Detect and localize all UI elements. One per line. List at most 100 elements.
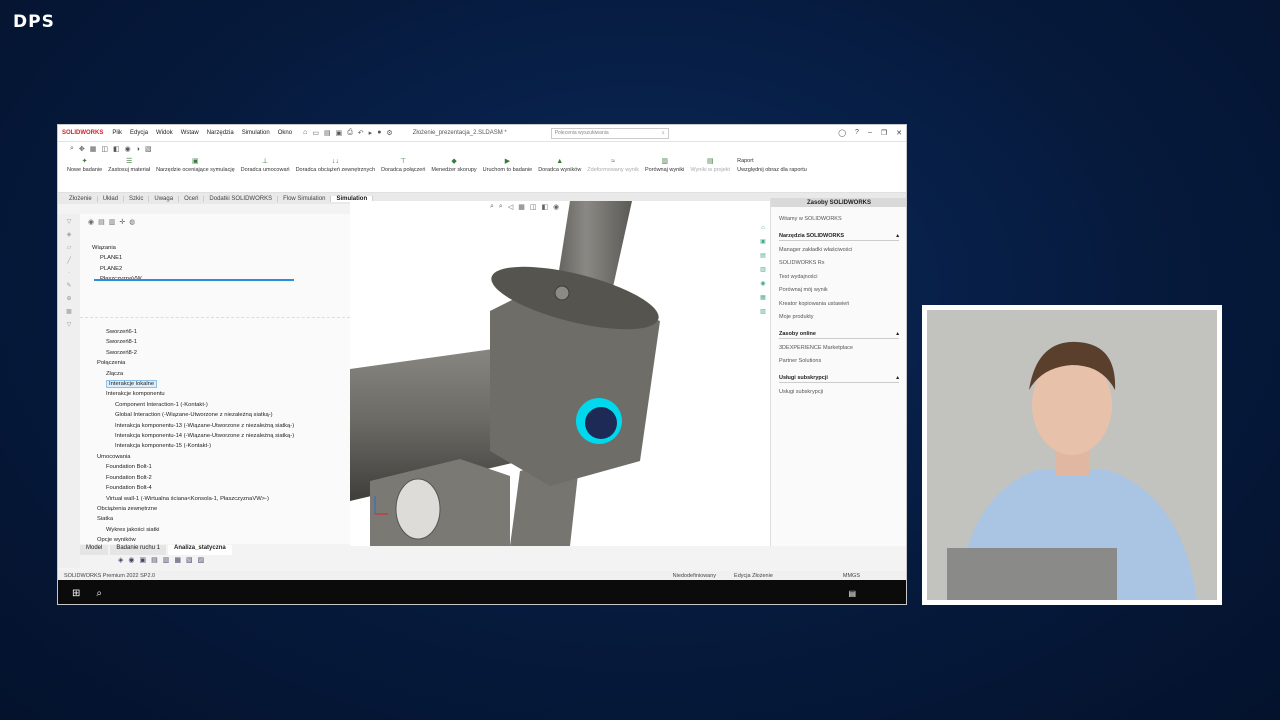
section-header[interactable]: Zasoby online ▴ <box>779 331 899 339</box>
tab-assembly[interactable]: Złożenie <box>64 195 98 202</box>
menu-file[interactable]: Plik <box>111 130 123 136</box>
rebuild-icon[interactable]: ● <box>377 129 381 137</box>
filter-icon[interactable]: ▽ <box>67 218 72 225</box>
tree-item[interactable]: Foundation Bolt-1 <box>88 462 294 472</box>
display-style-icon[interactable]: ◧ <box>113 145 120 153</box>
run-study-button[interactable]: ▶ Uruchom to badanie <box>480 158 536 174</box>
hide-show-icon[interactable]: ◉ <box>125 145 131 153</box>
task-pane-link[interactable]: Partner Solutions <box>779 355 899 369</box>
forum-icon[interactable]: ▧ <box>760 308 766 315</box>
zoom-fit-icon[interactable]: ⌕ <box>490 203 494 211</box>
tree-item[interactable]: Sworzeń8-2 <box>88 348 294 358</box>
fixtures-advisor-button[interactable]: ⊥ Doradca umocowań <box>238 158 293 174</box>
component-icon[interactable]: ▩ <box>66 308 72 315</box>
display-style-icon[interactable]: ◧ <box>541 203 548 211</box>
feature-tree-icon[interactable]: ◉ <box>88 218 94 226</box>
menu-view[interactable]: Widok <box>155 130 174 136</box>
minimize-icon[interactable]: – <box>868 129 872 137</box>
property-icon[interactable]: ▤ <box>98 218 105 226</box>
tool-icon[interactable]: ◈ <box>118 556 123 564</box>
collapse-icon[interactable]: ▴ <box>896 233 899 239</box>
search-input[interactable]: Polecenia wyszukiwania ⌕ <box>550 127 669 139</box>
close-icon[interactable]: ✕ <box>896 129 902 137</box>
tool-icon[interactable]: ▥ <box>163 556 170 564</box>
tool-icon[interactable]: ▨ <box>198 556 205 564</box>
menu-simulation[interactable]: Simulation <box>241 130 271 136</box>
tab-motion-study[interactable]: Badanie ruchu 1 <box>110 545 167 555</box>
tree-item[interactable]: Interakcja komponentu-14 (-Wiązane-Utwor… <box>88 431 294 441</box>
tree-item[interactable]: Opcje wyników <box>88 535 294 545</box>
section-icon[interactable]: ▦ <box>90 145 97 153</box>
tab-sketch[interactable]: Szkic <box>124 195 150 202</box>
menu-window[interactable]: Okno <box>277 130 293 136</box>
tab-layout[interactable]: Układ <box>98 195 125 202</box>
scroll-indicator[interactable] <box>94 279 294 281</box>
tree-item-mates[interactable]: Wiązania <box>88 243 142 253</box>
appearance-icon[interactable]: ◑ <box>136 146 140 153</box>
task-pane-link[interactable]: 3DEXPERIENCE Marketplace <box>779 342 899 356</box>
home-icon[interactable]: ⌂ <box>303 129 307 137</box>
tool-icon[interactable]: ▦ <box>174 556 181 564</box>
results-advisor-button[interactable]: ▲ Doradca wyników <box>535 158 584 174</box>
include-image-button[interactable]: Uwzględnij obraz dla raportu <box>737 167 807 173</box>
undo-icon[interactable]: ↶ <box>358 129 364 137</box>
tab-evaluate[interactable]: Oceń <box>179 195 205 202</box>
menu-insert[interactable]: Wstaw <box>180 130 200 136</box>
compare-results-button[interactable]: ▥ Porównaj wyniki <box>642 158 687 174</box>
tree-item[interactable]: Interakcja komponentu-15 (-Kontakt-) <box>88 441 294 451</box>
connections-advisor-button[interactable]: ⊤ Doradca połączeń <box>378 158 428 174</box>
maximize-icon[interactable]: ❐ <box>881 129 887 137</box>
section-header[interactable]: Narzędzia SOLIDWORKS ▴ <box>779 233 899 241</box>
tab-markup[interactable]: Uwaga <box>149 195 180 202</box>
tree-item[interactable]: Wykres jakości siatki <box>88 525 294 535</box>
tree-item[interactable]: Siatka <box>88 514 294 524</box>
tool-icon[interactable]: ▣ <box>140 556 147 564</box>
prev-view-icon[interactable]: ◁ <box>508 203 513 211</box>
open-icon[interactable]: ▤ <box>324 129 331 137</box>
status-units[interactable]: MMGS <box>843 573 860 579</box>
evaluator-button[interactable]: ▣ Narzędzie oceniające symulację <box>153 158 238 174</box>
view-orientation-icon[interactable]: ◫ <box>530 203 537 211</box>
tree-item[interactable]: Foundation Bolt-2 <box>88 473 294 483</box>
tree-item[interactable]: Virtual wall-1 (-Wirtualna ściana<Konsol… <box>88 494 294 504</box>
point-icon[interactable]: · <box>68 270 70 276</box>
tree-item[interactable]: Foundation Bolt-4 <box>88 483 294 493</box>
select-icon[interactable]: ▸ <box>369 129 373 137</box>
tab-flow-simulation[interactable]: Flow Simulation <box>278 195 332 202</box>
task-pane-link[interactable]: Test wydajności <box>779 271 899 285</box>
filter-icon[interactable]: ▽ <box>67 321 72 328</box>
tree-item[interactable]: Sworzeń8-1 <box>88 337 294 347</box>
task-pane-link[interactable]: Kreator kopiowania ustawień <box>779 298 899 312</box>
tool-icon[interactable]: ◉ <box>128 556 134 564</box>
file-explorer-icon[interactable]: ▥ <box>760 266 766 273</box>
display-manager-icon[interactable]: ◍ <box>129 218 135 226</box>
sketch-icon[interactable]: ✎ <box>66 282 71 289</box>
tree-item[interactable]: Umocowania <box>88 452 294 462</box>
task-pane-link[interactable]: SOLIDWORKS Rx <box>779 257 899 271</box>
tree-item[interactable]: Sworzeń6-1 <box>88 327 294 337</box>
new-study-button[interactable]: ✦ Nowe badanie <box>64 158 105 174</box>
appearance-icon[interactable]: ◉ <box>553 203 559 211</box>
plane-icon[interactable]: ▱ <box>67 244 72 251</box>
tool-icon[interactable]: ▧ <box>186 556 193 564</box>
help-icon[interactable]: ? <box>855 129 859 137</box>
tree-item[interactable]: Złącza <box>88 369 294 379</box>
options-icon[interactable]: ⚙ <box>386 129 392 137</box>
axis-icon[interactable]: ╱ <box>67 257 71 264</box>
task-pane-link[interactable]: Porównaj mój wynik <box>779 284 899 298</box>
tree-item[interactable]: Interakcja komponentu-13 (-Wiązane-Utwor… <box>88 421 294 431</box>
shell-manager-button[interactable]: ◆ Menedżer skorupy <box>428 158 479 174</box>
appearances-icon[interactable]: ◉ <box>760 280 765 287</box>
results-to-design-button[interactable]: ▤ Wyniki w projekt <box>687 158 733 174</box>
tree-item-plane2[interactable]: PLANE2 <box>88 264 142 274</box>
tool-icon[interactable]: ▤ <box>151 556 158 564</box>
search-icon[interactable]: ⌕ <box>96 588 102 599</box>
task-pane-link[interactable]: Moje produkty <box>779 311 899 325</box>
menu-tools[interactable]: Narzędzia <box>206 130 235 136</box>
pane-divider[interactable] <box>80 317 350 318</box>
menu-edit[interactable]: Edycja <box>129 130 149 136</box>
task-pane-link[interactable]: Usługi subskrypcji <box>779 386 899 400</box>
task-pane-link[interactable]: Manager zakładki właściwości <box>779 244 899 258</box>
config-icon[interactable]: ▥ <box>109 218 116 226</box>
scene-icon[interactable]: ▧ <box>145 145 152 153</box>
